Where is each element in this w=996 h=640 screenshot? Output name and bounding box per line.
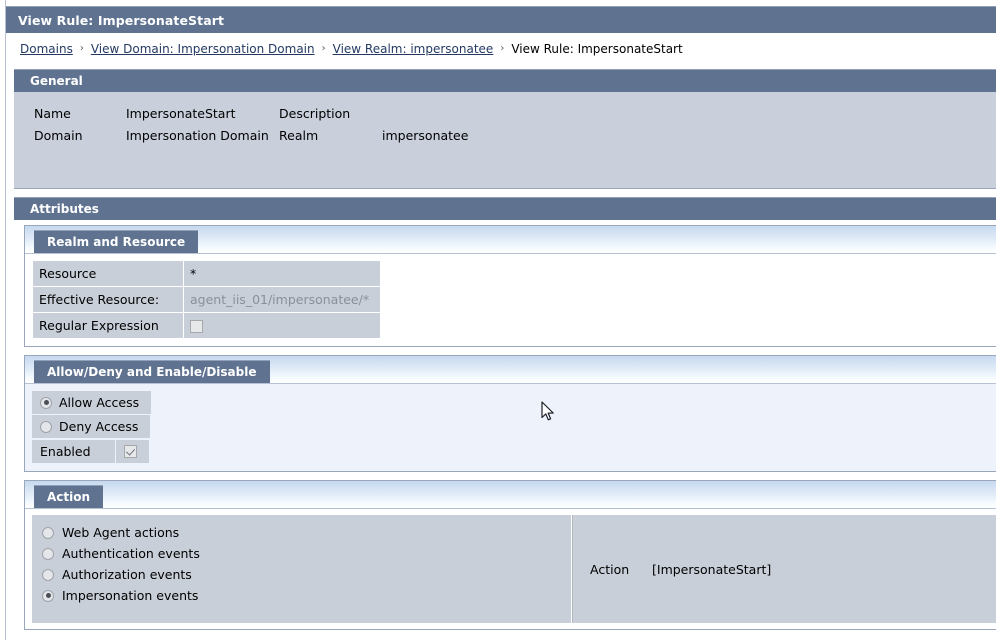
impersonation-events-radio[interactable] bbox=[42, 589, 54, 602]
tab-realm-and-resource[interactable]: Realm and Resource bbox=[34, 230, 199, 253]
panel-allow-deny-enable-disable: Allow/Deny and Enable/Disable Allow Acce… bbox=[24, 355, 996, 472]
action-detail: Action [ImpersonateStart] bbox=[572, 515, 996, 623]
realm-resource-field-table: Resource * Effective Resource: agent_iis… bbox=[32, 260, 381, 339]
breadcrumb-separator: › bbox=[500, 43, 505, 54]
page-title: View Rule: ImpersonateStart bbox=[18, 12, 225, 28]
tab-action[interactable]: Action bbox=[34, 485, 104, 508]
breadcrumb-item-view-domain[interactable]: View Domain: Impersonation Domain bbox=[91, 42, 315, 56]
web-agent-actions-label: Web Agent actions bbox=[62, 525, 180, 540]
window-left-edge bbox=[0, 0, 6, 640]
attributes-section: Attributes Realm and Resource Resource *… bbox=[14, 197, 996, 630]
attributes-section-header: Attributes bbox=[14, 197, 996, 220]
breadcrumb-separator: › bbox=[79, 43, 84, 54]
deny-access-radio[interactable] bbox=[40, 420, 52, 433]
enabled-checkbox[interactable] bbox=[124, 445, 137, 458]
tab-allow-deny-enable-disable[interactable]: Allow/Deny and Enable/Disable bbox=[34, 360, 270, 383]
action-detail-label: Action bbox=[590, 561, 630, 577]
tab-strip-allow-deny: Allow/Deny and Enable/Disable bbox=[25, 356, 996, 384]
panel-realm-and-resource: Realm and Resource Resource * Effective … bbox=[24, 225, 996, 347]
allow-access-label: Allow Access bbox=[59, 395, 140, 410]
authentication-events-label: Authentication events bbox=[62, 546, 200, 561]
general-section-header: General bbox=[14, 69, 996, 92]
general-label-description: Description bbox=[279, 106, 351, 121]
general-value-domain: Impersonation Domain bbox=[126, 128, 269, 143]
general-section-title: General bbox=[30, 74, 83, 88]
general-label-name: Name bbox=[34, 106, 71, 121]
tab-strip-realm-and-resource: Realm and Resource bbox=[25, 226, 996, 254]
breadcrumb-item-view-realm[interactable]: View Realm: impersonatee bbox=[333, 42, 494, 56]
table-row: Effective Resource: agent_iis_01/imperso… bbox=[33, 287, 380, 312]
panel-action: Action Web Agent actions Authentication … bbox=[24, 480, 996, 630]
radio-row-deny-access[interactable]: Deny Access bbox=[32, 415, 151, 438]
breadcrumb: Domains › View Domain: Impersonation Dom… bbox=[6, 33, 996, 64]
general-row-name: Name ImpersonateStart Description bbox=[24, 106, 996, 121]
radio-row-impersonation-events[interactable]: Impersonation events bbox=[42, 588, 571, 603]
general-section-body: Name ImpersonateStart Description Domain… bbox=[14, 92, 996, 189]
action-options-list: Web Agent actions Authentication events … bbox=[32, 515, 572, 623]
field-value-regular-expression bbox=[184, 313, 380, 338]
table-row: Resource * bbox=[33, 261, 380, 286]
web-agent-actions-radio[interactable] bbox=[42, 526, 54, 539]
radio-row-web-agent-actions[interactable]: Web Agent actions bbox=[42, 525, 571, 540]
radio-row-allow-access[interactable]: Allow Access bbox=[32, 391, 152, 414]
panel-body-action: Web Agent actions Authentication events … bbox=[25, 515, 996, 629]
radio-row-authorization-events[interactable]: Authorization events bbox=[42, 567, 571, 582]
allow-access-radio[interactable] bbox=[40, 396, 52, 409]
breadcrumb-item-domains[interactable]: Domains bbox=[20, 42, 73, 56]
general-label-domain: Domain bbox=[34, 128, 83, 143]
panel-body-realm-and-resource: Resource * Effective Resource: agent_iis… bbox=[25, 254, 996, 346]
general-row-domain: Domain Impersonation Domain Realm impers… bbox=[24, 128, 996, 143]
general-value-name: ImpersonateStart bbox=[126, 106, 236, 121]
regular-expression-checkbox[interactable] bbox=[190, 319, 203, 333]
enabled-label: Enabled bbox=[32, 440, 115, 463]
authentication-events-radio[interactable] bbox=[42, 547, 54, 560]
panel-body-allow-deny: Allow Access Deny Access Enabled bbox=[25, 384, 996, 471]
deny-access-label: Deny Access bbox=[59, 419, 139, 434]
table-row: Regular Expression bbox=[33, 313, 380, 338]
window-title-bar: View Rule: ImpersonateStart bbox=[6, 6, 996, 33]
general-label-realm: Realm bbox=[279, 128, 319, 143]
enabled-cell bbox=[116, 440, 149, 463]
breadcrumb-item-current: View Rule: ImpersonateStart bbox=[511, 41, 683, 56]
enabled-row: Enabled bbox=[32, 440, 151, 463]
general-value-realm: impersonatee bbox=[382, 128, 469, 143]
field-value-effective-resource: agent_iis_01/impersonatee/* bbox=[184, 287, 380, 312]
breadcrumb-separator: › bbox=[321, 43, 326, 54]
authorization-events-radio[interactable] bbox=[42, 568, 54, 581]
impersonation-events-label: Impersonation events bbox=[62, 588, 199, 603]
action-detail-value: [ImpersonateStart] bbox=[652, 561, 772, 577]
radio-row-authentication-events[interactable]: Authentication events bbox=[42, 546, 571, 561]
field-value-resource: * bbox=[184, 261, 380, 286]
field-label-resource: Resource bbox=[33, 261, 183, 286]
action-body: Web Agent actions Authentication events … bbox=[32, 515, 996, 623]
general-section: General Name ImpersonateStart Descriptio… bbox=[14, 69, 996, 189]
field-label-effective-resource: Effective Resource: bbox=[33, 287, 183, 312]
field-label-regular-expression: Regular Expression bbox=[33, 313, 183, 338]
tab-strip-action: Action bbox=[25, 481, 996, 509]
attributes-section-title: Attributes bbox=[30, 202, 99, 216]
authorization-events-label: Authorization events bbox=[62, 567, 192, 582]
